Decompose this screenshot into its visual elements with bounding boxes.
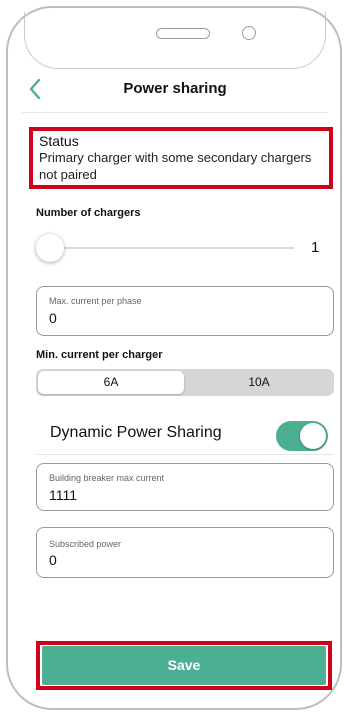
phone-notch: [24, 12, 326, 69]
dynamic-power-sharing-label: Dynamic Power Sharing: [50, 424, 222, 441]
building-breaker-value: 1111: [49, 487, 78, 503]
camera-icon: [242, 26, 256, 40]
slider-thumb[interactable]: [36, 234, 64, 262]
save-button[interactable]: Save: [42, 646, 326, 685]
page-title: Power sharing: [123, 80, 227, 97]
dynamic-power-sharing-row: Dynamic Power Sharing: [36, 417, 334, 455]
min-current-option-10a[interactable]: 10A: [186, 371, 332, 394]
speaker-icon: [156, 28, 210, 39]
chargers-label: Number of chargers: [36, 207, 141, 219]
dynamic-power-sharing-toggle[interactable]: [276, 421, 328, 451]
max-current-label: Max. current per phase: [49, 296, 142, 306]
chargers-value: 1: [311, 239, 320, 256]
building-breaker-label: Building breaker max current: [49, 473, 165, 483]
dps-divider: [36, 454, 334, 455]
min-current-label: Min. current per charger: [36, 349, 163, 361]
toggle-knob: [300, 423, 326, 449]
min-current-option-6a[interactable]: 6A: [38, 371, 184, 394]
building-breaker-field[interactable]: Building breaker max current 1111: [36, 463, 334, 511]
subscribed-power-field[interactable]: Subscribed power 0: [36, 527, 334, 578]
status-text: Primary charger with some secondary char…: [39, 150, 312, 182]
chargers-slider[interactable]: [36, 234, 294, 262]
status-title: Status: [39, 133, 79, 149]
max-current-field[interactable]: Max. current per phase 0: [36, 286, 334, 336]
max-current-value: 0: [49, 310, 57, 326]
header-divider: [22, 112, 328, 113]
subscribed-power-label: Subscribed power: [49, 539, 122, 549]
slider-track: [36, 247, 294, 249]
header: Power sharing: [22, 70, 328, 110]
status-box: Status Primary charger with some seconda…: [29, 127, 333, 189]
subscribed-power-value: 0: [49, 552, 57, 568]
min-current-segmented-control: 6A 10A: [36, 369, 334, 396]
